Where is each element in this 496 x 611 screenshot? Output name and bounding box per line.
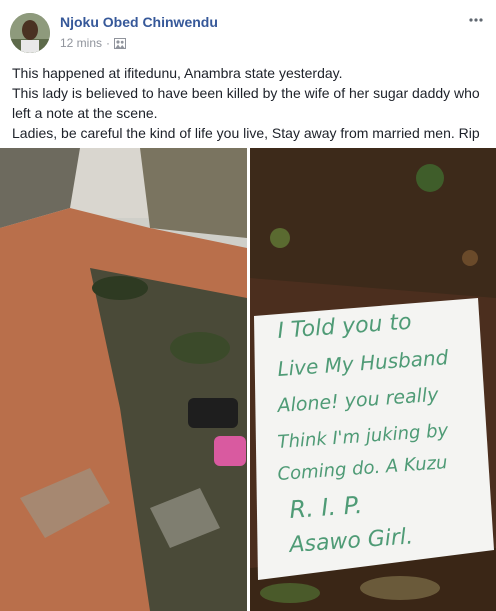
photo-grid: I Told you to Live My Husband Alone! you… <box>0 148 496 611</box>
scene-photo-placeholder <box>0 148 247 611</box>
post-text-line: This lady is believed to have been kille… <box>12 85 480 121</box>
post-timestamp[interactable]: 12 mins <box>60 36 102 50</box>
photo-note[interactable]: I Told you to Live My Husband Alone! you… <box>250 148 496 611</box>
photo-scene[interactable] <box>0 148 247 611</box>
meta-separator: · <box>106 36 111 50</box>
note-line: R. I. P. <box>288 491 363 524</box>
author-avatar[interactable] <box>10 13 50 53</box>
post-header: Njoku Obed Chinwendu 12 mins · <box>0 0 496 60</box>
author-name[interactable]: Njoku Obed Chinwendu <box>60 14 218 30</box>
friends-audience-icon[interactable] <box>114 37 127 49</box>
post-text-line: Ladies, be careful the kind of life you … <box>12 125 480 141</box>
avatar-image <box>10 13 50 53</box>
post-body-text: This happened at ifitedunu, Anambra stat… <box>12 63 488 143</box>
more-dots-icon[interactable] <box>466 10 486 30</box>
post-meta: 12 mins · <box>60 36 127 50</box>
note-photo: I Told you to Live My Husband Alone! you… <box>250 148 496 611</box>
post-text-line: This happened at ifitedunu, Anambra stat… <box>12 65 343 81</box>
